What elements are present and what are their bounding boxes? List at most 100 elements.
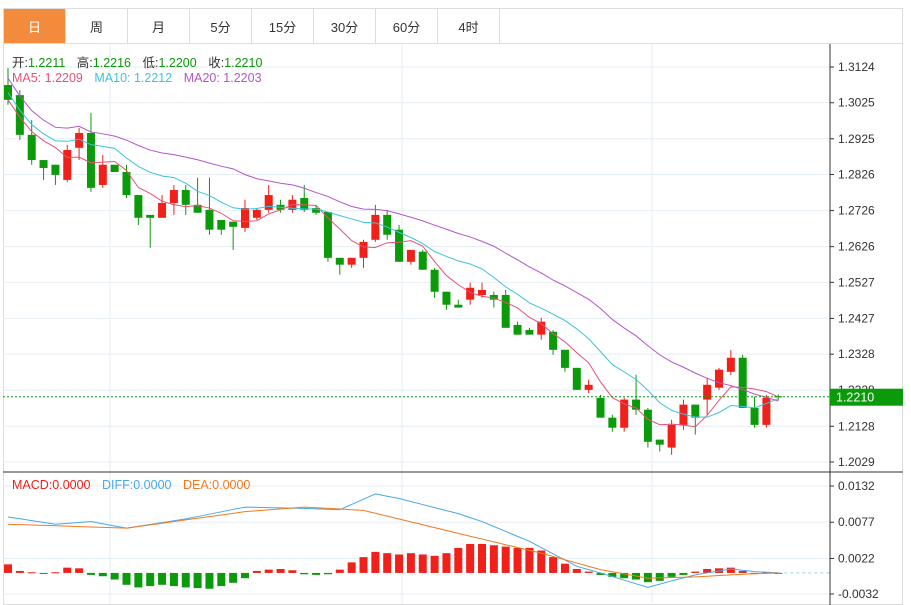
candle xyxy=(122,164,131,198)
low-label: 低: xyxy=(142,56,159,70)
price-tick-label: 1.2128 xyxy=(838,419,875,433)
candle xyxy=(454,299,463,308)
candle-body xyxy=(110,164,119,172)
candle xyxy=(134,195,143,225)
price-tick-label: 1.2726 xyxy=(838,204,875,218)
candle-body xyxy=(27,134,36,161)
candle-body xyxy=(572,367,581,390)
candle-body xyxy=(703,384,712,400)
candle-body xyxy=(643,409,652,442)
macd-bar xyxy=(418,554,427,573)
candle xyxy=(395,225,404,262)
candle-body xyxy=(300,197,309,210)
price-tick-label: 1.2427 xyxy=(838,311,875,325)
candle xyxy=(738,354,747,408)
candle-body xyxy=(205,209,214,230)
candle-body xyxy=(51,164,60,175)
macd-tick-label: 0.0022 xyxy=(838,551,875,565)
candle xyxy=(525,327,534,335)
candle xyxy=(667,419,676,455)
candle xyxy=(323,212,332,262)
candle xyxy=(489,291,498,308)
macd-bar xyxy=(217,572,226,587)
candle xyxy=(193,177,202,213)
candle-body xyxy=(715,369,723,388)
macd-bar xyxy=(584,571,593,573)
candle xyxy=(75,127,84,161)
candle xyxy=(584,379,593,394)
macd-bar xyxy=(75,568,84,573)
candle-body xyxy=(691,404,700,418)
candle-body xyxy=(323,212,332,258)
candle xyxy=(264,184,273,213)
macd-bar xyxy=(146,572,155,587)
price-tick-label: 1.2029 xyxy=(838,455,875,469)
macd-bar xyxy=(241,572,249,579)
candle-body xyxy=(454,304,463,308)
candle-body xyxy=(525,329,534,335)
macd-bar xyxy=(478,543,486,573)
candle-body xyxy=(418,251,427,270)
candle-body xyxy=(63,149,72,180)
candle-body xyxy=(335,257,344,265)
macd-bar xyxy=(98,572,107,577)
macd-bar xyxy=(205,572,214,589)
macd-bar xyxy=(4,564,12,573)
candle-body xyxy=(122,171,131,196)
macd-bar xyxy=(323,572,332,575)
candle xyxy=(359,239,368,268)
candle xyxy=(217,219,226,235)
candle xyxy=(39,160,48,180)
candle xyxy=(572,367,581,390)
candle xyxy=(406,249,415,265)
candle-body xyxy=(726,357,735,372)
candle-body xyxy=(229,221,238,227)
close-label: 收: xyxy=(208,56,225,70)
macd-bar xyxy=(39,572,48,574)
low-value: 1.2200 xyxy=(158,56,197,70)
macd-bar xyxy=(489,545,498,573)
candle-body xyxy=(584,384,593,390)
candle-body xyxy=(608,417,617,428)
candle xyxy=(252,208,261,220)
candle-body xyxy=(146,214,155,218)
dea-line xyxy=(7,506,779,579)
candle xyxy=(537,317,546,340)
price-tick-label: 1.3025 xyxy=(838,96,875,110)
macd-bar xyxy=(442,553,451,573)
ma-legend: MA5: 1.2209 MA10: 1.2212 MA20: 1.2203 xyxy=(12,71,270,85)
macd-tick-label: 0.0132 xyxy=(838,479,875,493)
price-tick-label: 1.2527 xyxy=(838,275,875,289)
macd-bar xyxy=(406,553,415,573)
candle xyxy=(632,374,641,415)
candle xyxy=(560,349,569,372)
candle-body xyxy=(406,249,415,262)
price-tick-label: 1.2328 xyxy=(838,347,875,361)
chart-canvas[interactable]: 1.3124 1.3025 1.2925 1.2826 1.2726 1.2626 1.25… xyxy=(0,0,911,605)
candle-body xyxy=(383,214,392,235)
macd-bar xyxy=(27,572,36,574)
candle-body xyxy=(252,209,261,218)
macd-bar xyxy=(134,572,143,588)
macd-bar xyxy=(525,547,534,573)
ma10-line xyxy=(7,92,779,418)
macd-legend: MACD:0.0000 DIFF:0.0000 DEA:0.0000 xyxy=(12,478,258,492)
candle xyxy=(501,289,510,328)
candle-body xyxy=(371,214,380,240)
ma20-value: MA20: 1.2203 xyxy=(183,71,262,85)
close-value: 1.2210 xyxy=(224,56,263,70)
macd-bar xyxy=(371,551,380,573)
candle xyxy=(418,249,427,270)
candle-body xyxy=(359,241,368,258)
macd-bar xyxy=(158,572,167,585)
candle-body xyxy=(158,202,167,218)
diff-value: DIFF:0.0000 xyxy=(102,478,172,492)
candle xyxy=(383,209,392,240)
candle-body xyxy=(86,133,95,188)
candle xyxy=(205,177,214,235)
candle xyxy=(430,267,439,298)
candle xyxy=(15,90,24,140)
macd-bar xyxy=(679,572,688,575)
open-value: 1.2211 xyxy=(27,56,66,70)
candle xyxy=(110,164,119,172)
